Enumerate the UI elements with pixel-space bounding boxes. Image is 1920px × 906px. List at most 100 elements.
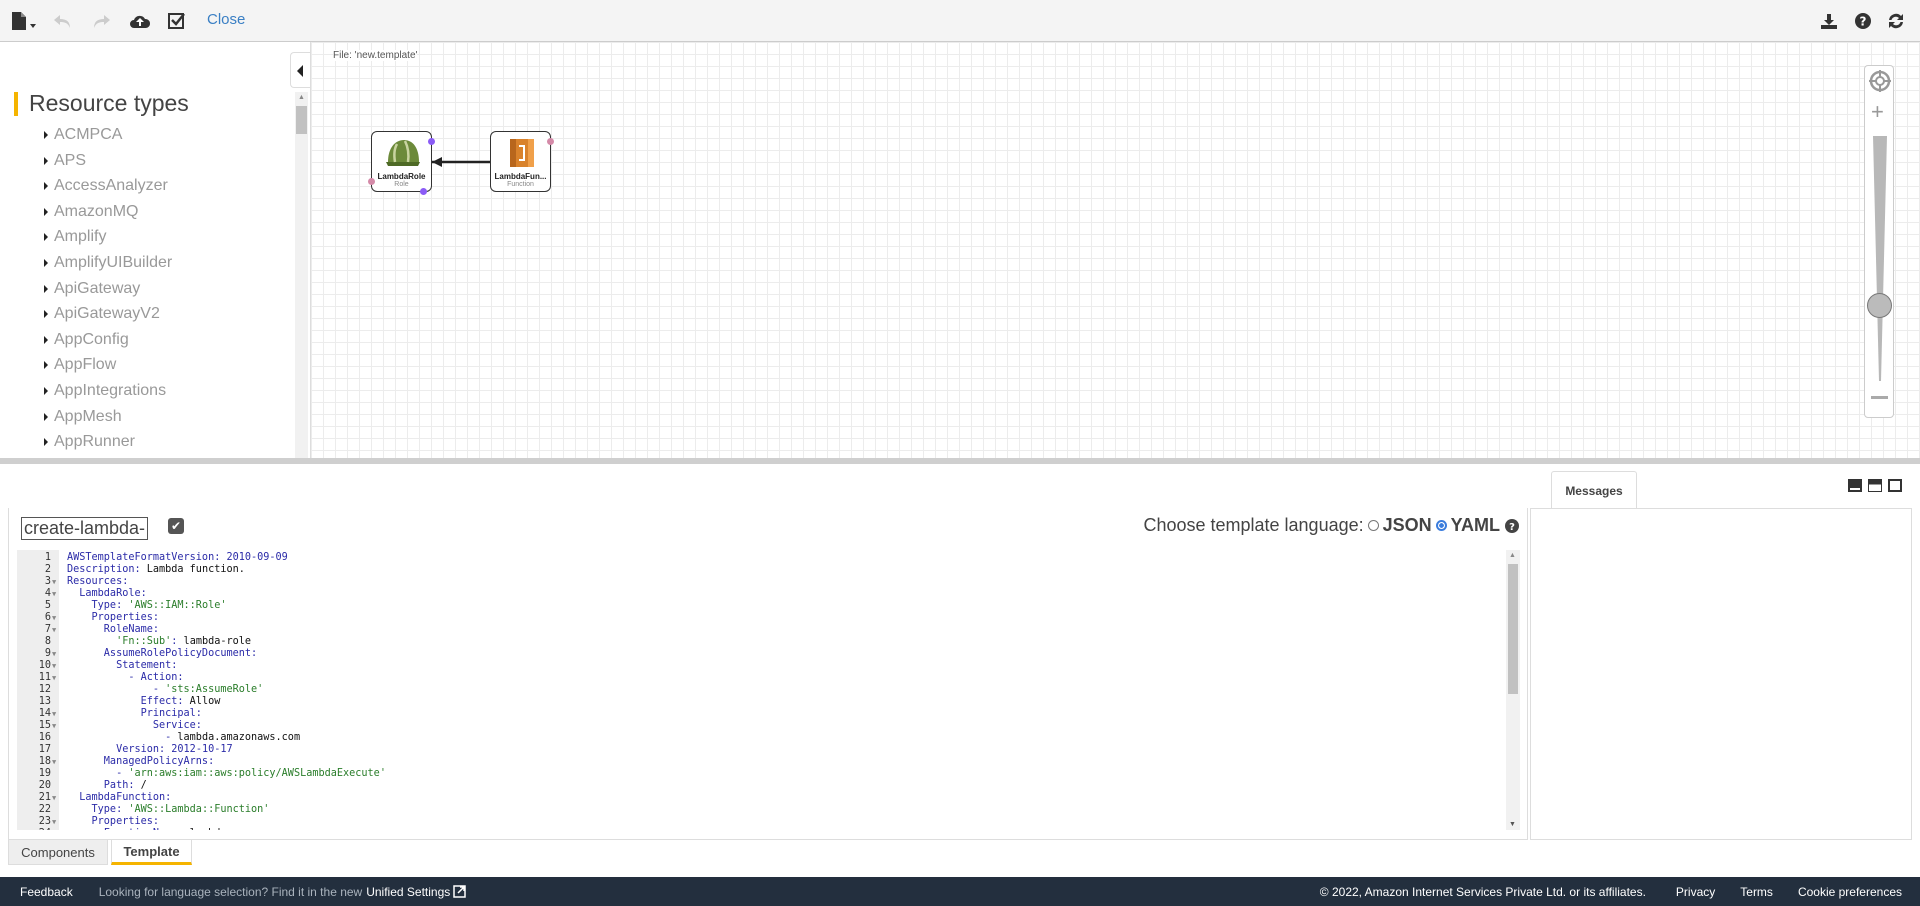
code-text: AssumeRolePolicyDocument: xyxy=(67,648,257,660)
template-name-checkbox[interactable]: ✔ xyxy=(168,518,184,534)
connection-port[interactable] xyxy=(368,178,375,185)
resource-type-item[interactable]: AppFlow xyxy=(44,356,116,374)
fold-toggle-icon[interactable]: ▼ xyxy=(52,624,56,636)
fold-toggle-icon[interactable]: ▼ xyxy=(52,660,56,672)
resource-types-title: Resource types xyxy=(29,90,189,116)
code-text: RoleName: xyxy=(67,624,159,636)
fold-toggle-icon[interactable]: ▼ xyxy=(52,672,56,684)
fold-toggle-icon[interactable]: ▼ xyxy=(52,612,56,624)
resource-type-item[interactable]: AppMesh xyxy=(44,408,122,426)
caret-right-icon xyxy=(44,387,48,395)
privacy-link[interactable]: Privacy xyxy=(1676,885,1715,899)
designer-canvas[interactable] xyxy=(310,42,1920,458)
resource-type-item[interactable]: Amplify xyxy=(44,228,106,246)
fold-toggle-icon[interactable]: ▼ xyxy=(52,588,56,600)
panel-splitter[interactable] xyxy=(0,458,1920,464)
resource-type-item[interactable]: AppIntegrations xyxy=(44,382,166,400)
refresh-icon[interactable] xyxy=(1884,9,1908,33)
caret-right-icon xyxy=(44,131,48,139)
line-number: 11 xyxy=(38,672,51,683)
help-icon[interactable]: ? xyxy=(1852,9,1874,33)
zoom-slider-handle[interactable] xyxy=(1867,293,1892,318)
caret-right-icon xyxy=(44,284,48,293)
split-panel-icon[interactable] xyxy=(1868,479,1882,492)
caret-right-icon xyxy=(44,259,48,267)
option-json[interactable]: JSON xyxy=(1383,515,1432,536)
fold-toggle-icon[interactable]: ▼ xyxy=(52,720,56,732)
resource-type-item[interactable]: AppConfig xyxy=(44,331,129,349)
resource-type-label: AppIntegrations xyxy=(54,382,167,399)
fold-toggle-icon[interactable]: ▼ xyxy=(52,576,56,588)
radio-json[interactable] xyxy=(1367,520,1379,531)
code-line: 10 ▼ Statement: xyxy=(17,660,1497,672)
fold-toggle-icon[interactable]: ▼ xyxy=(52,648,56,660)
download-icon[interactable] xyxy=(1818,9,1840,33)
line-number: 19 xyxy=(38,768,51,779)
zoom-in-icon[interactable]: + xyxy=(1871,101,1884,123)
fold-toggle-icon[interactable]: ▼ xyxy=(52,816,56,828)
undo-icon[interactable] xyxy=(52,9,74,33)
resource-type-label: Amplify xyxy=(54,228,107,246)
panel-layout-controls xyxy=(1848,479,1902,492)
resource-type-item[interactable]: APS xyxy=(44,152,86,170)
fit-to-screen-icon[interactable] xyxy=(1868,69,1892,93)
resource-type-item[interactable]: AppRunner xyxy=(44,433,135,451)
resource-type-item[interactable]: AmazonMQ xyxy=(44,203,138,221)
terms-link[interactable]: Terms xyxy=(1740,885,1773,899)
code-line: 4 ▼ LambdaRole: xyxy=(17,588,1497,600)
code-line: 23 ▼ Properties: xyxy=(17,816,1497,828)
code-token: 'arn:aws:iam::aws:policy/AWSLambdaExecut… xyxy=(128,768,386,779)
code-token: Statement: xyxy=(67,660,178,671)
connection-port[interactable] xyxy=(428,138,435,145)
code-text: 'Fn::Sub': lambda-role xyxy=(67,636,251,648)
node-lambda-function[interactable]: LambdaFun... Function xyxy=(490,131,554,192)
code-token: Properties: xyxy=(67,816,160,827)
sidebar-scrollbar[interactable]: ▲ ▼ xyxy=(295,92,308,458)
fold-toggle-icon[interactable]: ▼ xyxy=(52,708,56,720)
resource-type-item[interactable]: AccessAnalyzer xyxy=(44,177,168,195)
resource-type-item[interactable]: AmplifyUIBuilder xyxy=(44,254,172,272)
resource-type-item[interactable]: ACMPCA xyxy=(44,126,122,144)
template-name-input[interactable]: create-lambda-f xyxy=(21,517,148,540)
close-button[interactable]: Close xyxy=(207,11,245,28)
tab-messages[interactable]: Messages xyxy=(1551,471,1637,509)
connection-port[interactable] xyxy=(547,138,554,145)
code-text: LambdaFunction: xyxy=(67,792,171,804)
file-menu-icon[interactable] xyxy=(10,9,38,33)
validate-checkbox-icon[interactable] xyxy=(166,9,188,33)
fold-toggle-icon[interactable]: ▼ xyxy=(52,792,56,804)
connection-port[interactable] xyxy=(420,188,427,195)
resource-type-label: AppRunner xyxy=(54,433,135,451)
zoom-slider-track[interactable] xyxy=(1872,136,1888,386)
help-icon[interactable]: ? xyxy=(1504,518,1520,534)
fold-toggle-icon[interactable]: ▼ xyxy=(52,756,56,768)
option-yaml[interactable]: YAML xyxy=(1451,515,1500,536)
resource-type-item[interactable]: ApiGatewayV2 xyxy=(44,305,160,323)
maximize-panel-icon[interactable] xyxy=(1888,479,1902,492)
editor-scrollbar[interactable]: ▲ ▼ xyxy=(1506,550,1520,830)
unified-settings-link[interactable]: Unified Settings xyxy=(366,885,450,899)
caret-right-icon xyxy=(44,156,48,165)
cookie-preferences-link[interactable]: Cookie preferences xyxy=(1798,885,1902,899)
code-token: lambda-role xyxy=(177,636,252,647)
code-text: LambdaRole: xyxy=(67,588,146,600)
line-number: 10 xyxy=(38,660,51,671)
collapse-sidebar-button[interactable] xyxy=(290,52,310,88)
code-text: Service: xyxy=(67,720,202,732)
line-number: 22 xyxy=(38,804,51,815)
radio-yaml[interactable] xyxy=(1435,520,1447,531)
feedback-link[interactable]: Feedback xyxy=(20,885,73,899)
code-token: Resources: xyxy=(67,576,129,587)
zoom-out-icon[interactable] xyxy=(1871,396,1888,399)
cloud-upload-icon[interactable] xyxy=(128,9,152,33)
copyright: © 2022, Amazon Internet Services Private… xyxy=(1319,884,1646,899)
code-token: 'AWS::Lambda::Function' xyxy=(128,804,270,815)
code-text: Version: 2012-10-17 xyxy=(67,744,233,756)
minimize-panel-icon[interactable] xyxy=(1848,479,1862,492)
resource-type-item[interactable]: ApiGateway xyxy=(44,280,140,298)
redo-icon[interactable] xyxy=(90,9,112,33)
tab-template[interactable]: Template xyxy=(111,840,192,865)
tab-components[interactable]: Components xyxy=(8,840,108,865)
node-lambda-role[interactable]: LambdaRole Role xyxy=(368,131,435,195)
code-editor[interactable]: 1 AWSTemplateFormatVersion: 2010-09-09 2 De… xyxy=(17,550,1520,830)
